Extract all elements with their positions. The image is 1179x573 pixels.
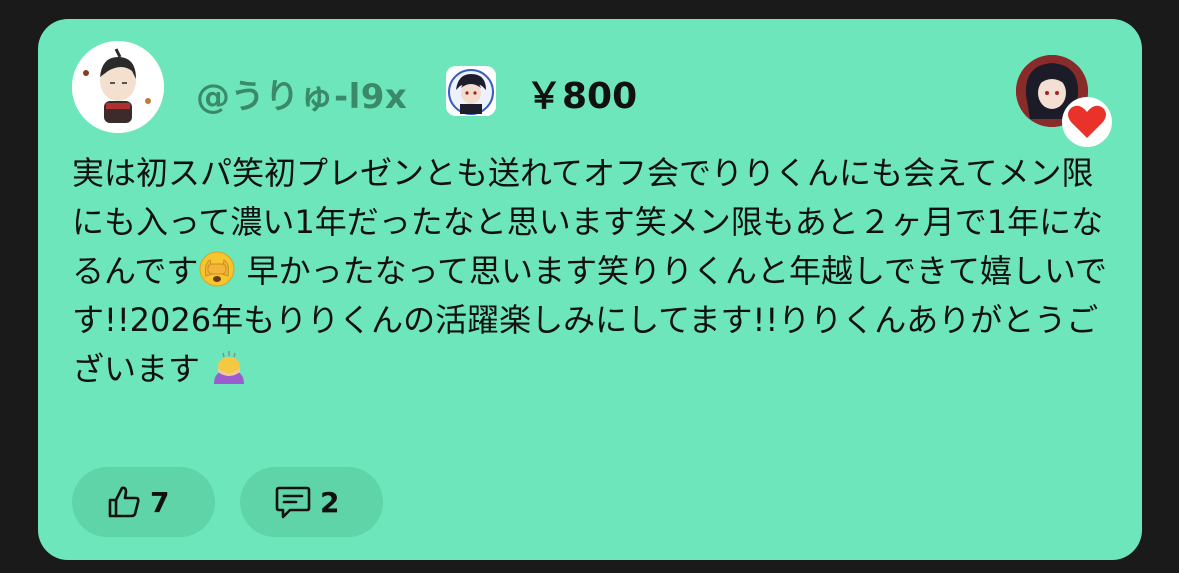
comment-count: 2 [320, 485, 340, 519]
thumbs-up-icon [108, 486, 140, 518]
person-bowing-icon [214, 351, 245, 384]
message-text: 実は初スパ笑初プレゼンとも送れてオフ会でりりくんにも会えてメン限にも入って濃い1… [72, 149, 1112, 394]
sender-avatar[interactable] [72, 41, 164, 133]
comment-button[interactable]: 2 [240, 467, 383, 537]
sender-username[interactable]: @うりゅ-l9x [196, 69, 407, 118]
like-button[interactable]: 7 [72, 467, 215, 537]
donation-amount: ￥800 [526, 76, 638, 117]
heart-badge [1062, 97, 1112, 147]
super-chat-card[interactable]: @うりゅ-l9x ￥800 実は初スパ笑初プレゼンとも送れてオフ会でりりくんにも… [38, 19, 1142, 560]
like-count: 7 [150, 485, 170, 519]
comment-icon [275, 486, 311, 519]
recipient-avatar [446, 66, 496, 116]
face-peeking-icon [199, 251, 235, 287]
heart-icon [1068, 105, 1106, 138]
